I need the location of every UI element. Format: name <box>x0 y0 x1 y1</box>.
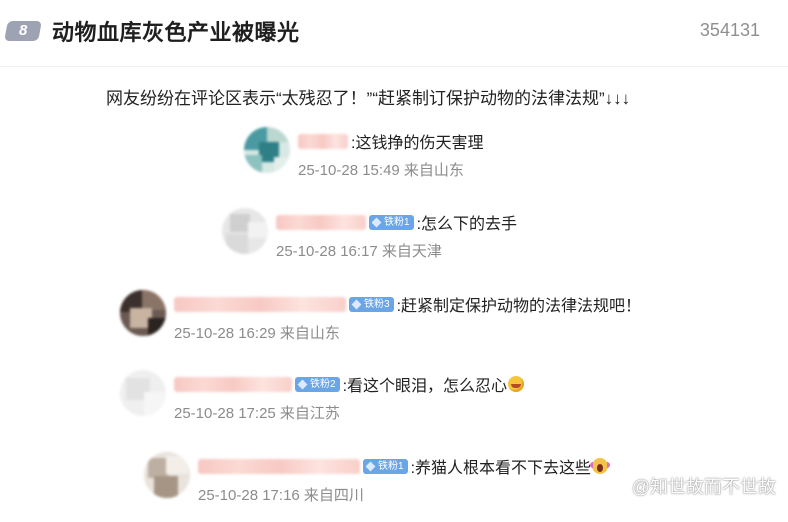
blurred-username[interactable] <box>276 214 366 230</box>
comment-meta: 25-10-28 15:49 来自山东 <box>298 162 464 179</box>
diamond-icon <box>371 217 382 227</box>
fan-level-badge: 铁粉2 <box>295 376 340 392</box>
comment-text: :这钱挣的伤天害理 <box>351 135 484 152</box>
comment-item: 铁粉3 :赶紧制定保护动物的法律法规吧！ 25-10-28 16:29 来自山东 <box>120 290 660 360</box>
fan-level-badge: 铁粉1 <box>363 458 408 474</box>
hot-search-header: 8 动物血库灰色产业被曝光 354131 <box>0 0 788 67</box>
comment-meta: 25-10-28 17:25 来自江苏 <box>174 405 340 422</box>
blurred-username[interactable] <box>298 133 348 149</box>
hot-value: 354131 <box>699 20 760 40</box>
comment-text: :赶紧制定保护动物的法律法规吧！ <box>396 298 642 315</box>
comment-text: :养猫人根本看不下去这些 <box>410 460 592 477</box>
comment-meta: 25-10-28 17:16 来自四川 <box>198 487 364 504</box>
watermark: @知世故而不世故 <box>608 473 776 499</box>
comment-meta: 25-10-28 16:17 来自天津 <box>276 243 442 260</box>
comment-item: :这钱挣的伤天害理 25-10-28 15:49 来自山东 <box>244 127 504 197</box>
comment-meta: 25-10-28 16:29 来自山东 <box>174 325 340 342</box>
comment-text: :看这个眼泪，怎么忍心 <box>342 378 508 395</box>
laughing-tears-emoji-icon <box>508 376 525 392</box>
diamond-icon <box>297 379 308 389</box>
blurred-username[interactable] <box>174 376 292 392</box>
watermark-text: @知世故而不世故 <box>631 477 776 497</box>
blurred-username[interactable] <box>174 296 346 312</box>
fan-level-badge: 铁粉3 <box>349 296 394 312</box>
intro-text: 网友纷纷在评论区表示“太残忍了！”“赶紧制订保护动物的法律法规”↓↓↓ <box>106 89 631 108</box>
fan-level-badge: 铁粉1 <box>369 214 414 230</box>
comment-text: :怎么下的去手 <box>416 216 518 233</box>
comment-item: 铁粉2 :看这个眼泪，怎么忍心 25-10-28 17:25 来自江苏 <box>120 370 540 440</box>
avatar[interactable] <box>244 127 290 173</box>
avatar[interactable] <box>120 290 166 336</box>
comment-item: 铁粉1 :怎么下的去手 25-10-28 16:17 来自天津 <box>222 208 542 278</box>
avatar[interactable] <box>120 370 166 416</box>
avatar[interactable] <box>222 208 268 254</box>
comment-item: 铁粉1 :养猫人根本看不下去这些 25-10-28 17:16 来自四川 <box>144 452 634 522</box>
hot-search-title[interactable]: 动物血库灰色产业被曝光 <box>52 15 300 47</box>
blurred-username[interactable] <box>198 458 360 474</box>
diamond-icon <box>351 299 362 309</box>
rank-number: 8 <box>18 22 28 39</box>
weibo-logo-icon <box>608 479 628 495</box>
avatar[interactable] <box>144 452 190 498</box>
screaming-face-emoji-icon <box>590 458 611 474</box>
diamond-icon <box>365 461 376 471</box>
rank-badge: 8 <box>4 21 42 41</box>
